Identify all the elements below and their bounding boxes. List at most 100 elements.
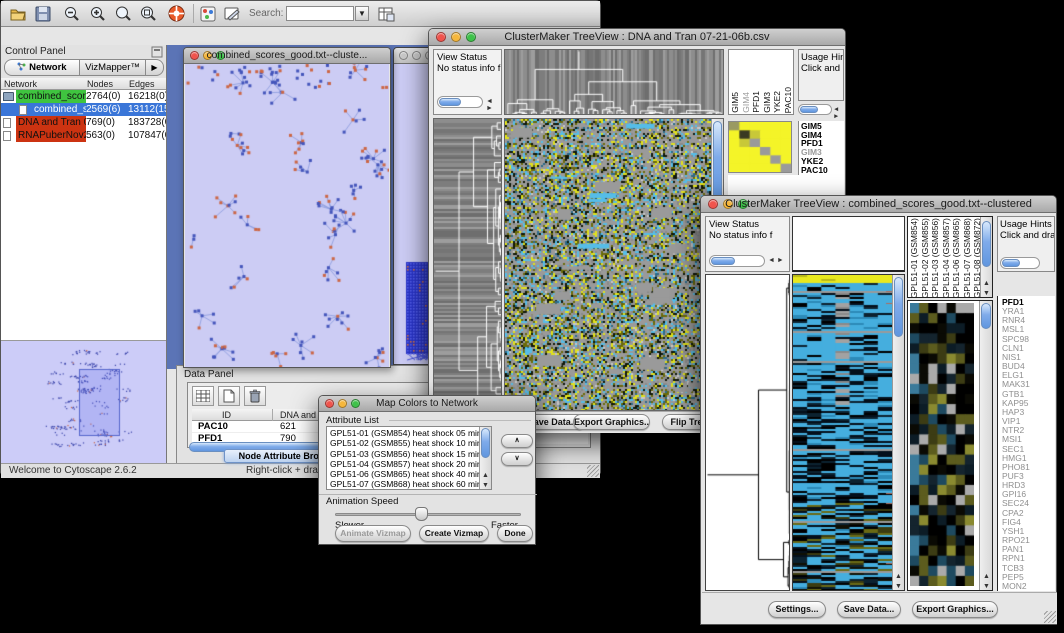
document-icon [19,105,27,115]
document-icon [3,118,11,128]
col-network: Network [4,79,37,89]
tv1-selected-matrix[interactable] [728,121,792,173]
folder-icon [3,92,14,101]
done-button[interactable]: Done [497,525,533,542]
tv2-row-dendrogram[interactable] [705,274,790,591]
gene-label[interactable]: MON2 [1002,582,1055,591]
vizmapper-icon[interactable] [199,5,217,23]
tv1-column-label[interactable]: GIM4 [742,92,752,113]
treeview2-title: ClusterMaker TreeView : combined_scores_… [701,198,1056,210]
animate-vizmap-button[interactable]: Animate Vizmap [335,525,411,542]
attribute-list-item[interactable]: GPL51-03 (GSM856) heat shock 15 min [328,449,478,459]
tv1-view-status-text: No status info f [437,63,501,74]
close-button[interactable] [399,51,408,60]
tv1-row-label[interactable]: PAC10 [801,166,842,175]
attr-table-button[interactable] [192,386,214,406]
network-overview[interactable] [1,341,166,463]
create-vizmap-button[interactable]: Create Vizmap [419,525,489,542]
tv2-column-label[interactable]: GPL51-04 (GSM857) [942,218,952,298]
tab-network[interactable]: Network [4,59,80,76]
network-row[interactable]: RNAPuberNov2+563(0)107847(0) [1,129,166,142]
attribute-group-line [389,420,531,421]
tv1-usage-hints-text: Click and drag to [801,63,843,74]
tv1-button-export-graphics[interactable]: Export Graphics... [573,414,650,430]
tv2-collabels-vscrollbar[interactable]: ▲ ▼ [980,217,992,297]
attribute-list-item[interactable]: GPL51-02 (GSM855) heat shock 10 min [328,438,478,448]
tv2-usage-hints-text: Click and drag [1000,230,1054,241]
attribute-list-label: Attribute List [326,415,379,426]
toolbar-separator [193,4,194,23]
tv1-column-label[interactable]: GIM5 [731,92,741,113]
tv1-column-label[interactable]: GIM3 [763,92,773,113]
attribute-list-item[interactable]: GPL51-04 (GSM857) heat shock 20 min [328,459,478,469]
save-icon[interactable] [34,5,52,23]
dp-col-id: ID [222,410,231,420]
tv1-status-scroll-arrows[interactable]: ◄ ► [486,98,501,112]
tv1-row-dendrogram[interactable] [433,118,502,411]
tv2-gene-list[interactable]: PFD1YRA1RNR4MSL1SPC98CLN1NIS1BUD4ELG1MAK… [997,296,1055,591]
tv2-button-export-graphics[interactable]: Export Graphics... [912,601,998,618]
speed-slider-thumb[interactable] [415,507,428,521]
tv1-status-scrollbar[interactable] [437,96,483,108]
network-canvas-1[interactable] [185,64,389,367]
tv1-column-label[interactable]: PFD1 [752,91,762,113]
zoom-out-icon[interactable] [63,5,81,23]
tv1-hints-scrollbar[interactable] [798,104,832,115]
col-edges: Edges [129,79,155,89]
tab-vizmapper-label: VizMapper™ [85,62,140,73]
zoom-selected-icon[interactable] [114,5,132,23]
annotation-icon[interactable] [223,5,241,23]
table-icon[interactable] [377,5,395,23]
move-down-button[interactable]: ∨ [501,452,533,466]
float-panel-icon[interactable] [151,46,163,58]
desktop-stage: Cytoscape Desktop (Session Name: collins… [0,0,1064,633]
network-row[interactable]: combined_scores2764(0)16218(0) [1,90,166,103]
attribute-list-item[interactable]: GPL51-06 (GSM865) heat shock 40 min [328,469,478,479]
tv1-hints-scroll-arrows[interactable]: ◄ ► [833,106,845,120]
tv2-column-label[interactable]: GPL51-07 (GSM868) [963,218,973,298]
attribute-list-vscrollbar[interactable]: ▲ ▼ [479,427,491,489]
tv2-column-label[interactable]: GPL51-03 (GSM856) [931,218,941,298]
tv2-column-label[interactable]: GPL51-06 (GSM865) [952,218,962,298]
tv2-heatmap[interactable]: ▲ ▼ [792,274,905,591]
attribute-list-item[interactable]: GPL51-01 (GSM854) heat shock 05 min [328,428,478,438]
tv2-zoom-heatmap-panel[interactable]: ▲ ▼ [907,300,993,591]
zoom-actual-icon[interactable] [139,5,157,23]
new-attr-button[interactable] [218,386,240,406]
tv2-column-dendrogram[interactable] [792,216,905,272]
attribute-listbox[interactable]: GPL51-01 (GSM854) heat shock 05 minGPL51… [326,426,492,490]
table-grid-icon [196,390,210,402]
move-up-button[interactable]: ∧ [501,434,533,448]
help-icon[interactable] [167,4,186,23]
tv2-status-scroll-arrows[interactable]: ◄ ► [768,257,784,264]
tv2-status-scrollbar[interactable] [709,255,765,267]
tv2-column-label[interactable]: GPL51-01 (GSM854) [910,218,920,298]
minimize-button[interactable] [412,51,421,60]
attribute-list-item[interactable]: GPL51-07 (GSM868) heat shock 60 min [328,479,478,489]
tv1-column-dendrogram[interactable] [504,49,724,115]
network-row[interactable]: combined_sco2569(6)13112(15) [1,103,166,116]
resize-grip[interactable] [1044,611,1056,623]
network-table-header[interactable]: Network Nodes Edges [1,78,166,90]
speed-slider-track[interactable] [335,513,521,516]
tv1-column-label[interactable]: PAC10 [784,87,794,113]
zoom-in-icon[interactable] [89,5,107,23]
tv2-heatmap-vscrollbar[interactable]: ▲ ▼ [892,275,904,590]
data-row-id: PAC10 [198,421,228,432]
open-icon[interactable] [9,5,27,23]
tv1-heatmap[interactable]: ▲ ▼ [504,118,724,411]
tab-vizmapper[interactable]: VizMapper™ [80,59,146,76]
delete-attr-button[interactable] [244,386,266,406]
network-row[interactable]: DNA and Tran 07769(0)183728(0) [1,116,166,129]
tv2-button-save-data[interactable]: Save Data... [837,601,901,618]
tv1-column-label[interactable]: YKE2 [773,91,783,113]
tv2-view-status-text: No status info f [709,230,789,241]
resize-grip[interactable] [587,465,599,477]
tv2-zoom-vscrollbar[interactable]: ▲ ▼ [979,301,992,590]
search-input[interactable] [286,6,354,21]
tv2-column-label[interactable]: GPL51-02 (GSM855) [921,218,931,298]
search-dropdown-button[interactable]: ▼ [355,6,369,21]
tv2-hints-scrollbar[interactable] [1000,257,1040,269]
tab-overflow-button[interactable]: ▶ [146,59,164,76]
tv2-button-settings[interactable]: Settings... [768,601,826,618]
